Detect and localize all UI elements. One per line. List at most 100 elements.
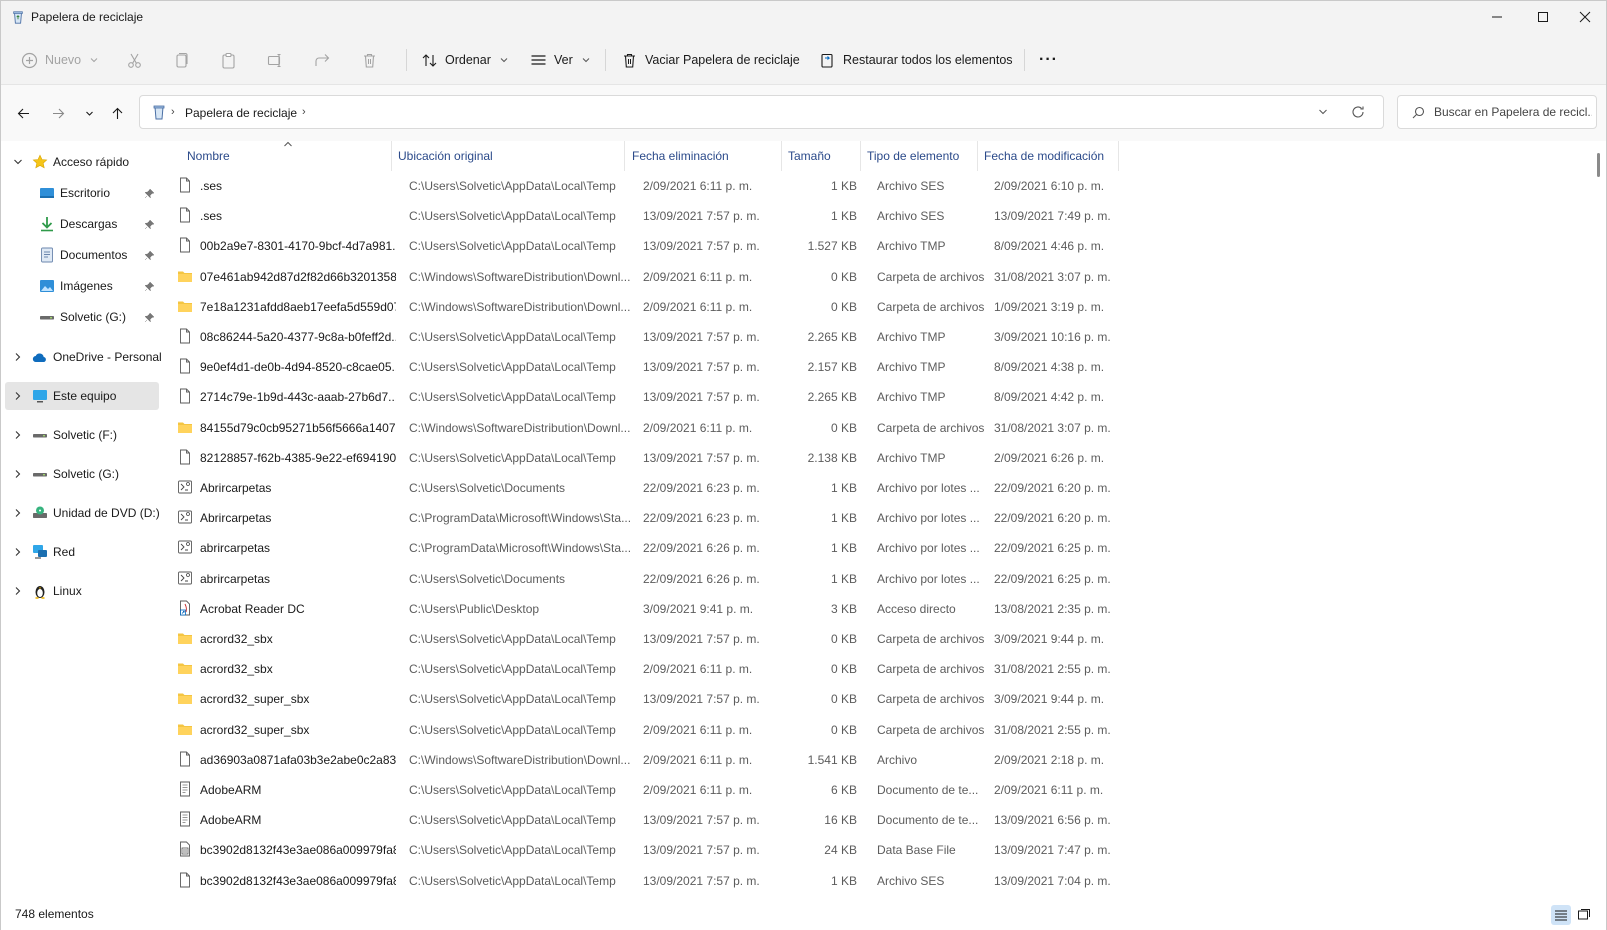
- minimize-button[interactable]: [1474, 1, 1520, 33]
- file-type: Archivo TMP: [877, 390, 946, 405]
- vertical-scrollbar[interactable]: [1592, 141, 1606, 899]
- close-button[interactable]: [1562, 1, 1607, 33]
- refresh-icon[interactable]: [1351, 105, 1365, 119]
- search-box[interactable]: [1397, 95, 1597, 129]
- sidebar-item-network[interactable]: Red: [5, 538, 159, 566]
- file-row[interactable]: 82128857-f62b-4385-9e22-ef694190... C:\Us…: [177, 443, 1177, 473]
- maximize-button[interactable]: [1520, 1, 1566, 33]
- share-button[interactable]: [314, 45, 331, 75]
- sidebar-item-solvetic-f[interactable]: Solvetic (F:): [5, 421, 159, 449]
- file-row[interactable]: 2714c79e-1b9d-443c-aaab-27b6d7... C:\User…: [177, 382, 1177, 412]
- file-row[interactable]: bc3902d8132f43e3ae086a009979fa8... C:\Use…: [177, 866, 1177, 896]
- more-options-button[interactable]: ···: [1039, 45, 1058, 75]
- file-row[interactable]: 9e0ef4d1-de0b-4d94-8520-c8cae05... C:\Use…: [177, 352, 1177, 382]
- tiles-view-button[interactable]: [1574, 905, 1594, 925]
- empty-recycle-bin-button[interactable]: Vaciar Papelera de reciclaje: [621, 45, 800, 75]
- column-header-location[interactable]: Ubicación original: [388, 141, 624, 171]
- file-row[interactable]: 08c86244-5a20-4377-9c8a-b0feff2d... C:\Us…: [177, 322, 1177, 352]
- file-type: Documento de te...: [877, 783, 979, 797]
- file-type: Acceso directo: [877, 601, 956, 616]
- sidebar-item-quick-access[interactable]: Acceso rápido: [5, 148, 159, 176]
- file-row[interactable]: AdobeARM C:\Users\Solvetic\AppData\Local\…: [177, 805, 1177, 835]
- chevron-right-icon[interactable]: [13, 391, 23, 401]
- sidebar-item-onedrive[interactable]: OneDrive - Personal: [5, 343, 162, 371]
- recent-locations-button[interactable]: [77, 101, 101, 125]
- batch-file-icon: [178, 510, 192, 524]
- column-header-name[interactable]: Nombre: [177, 141, 391, 171]
- forward-button[interactable]: [46, 101, 70, 125]
- file-size: 1 KB: [830, 511, 857, 526]
- copy-button[interactable]: [173, 45, 190, 75]
- file-row[interactable]: Abrircarpetas C:\Users\Solvetic\Documents…: [177, 473, 1177, 503]
- file-row[interactable]: acrord32_super_sbx C:\Users\Solvetic\AppD…: [177, 715, 1177, 745]
- scrollbar-thumb[interactable]: [1597, 153, 1600, 177]
- sidebar-item-solvetic-g[interactable]: Solvetic (G:): [5, 460, 159, 488]
- file-row[interactable]: 84155d79c0cb95271b56f5666a1407a3 C:\Windo…: [177, 413, 1177, 443]
- cut-button[interactable]: [126, 45, 143, 75]
- chevron-down-icon[interactable]: [13, 157, 23, 167]
- chevron-right-icon[interactable]: [13, 586, 23, 596]
- file-row[interactable]: 7e18a1231afdd8aeb17eefa5d559d07d C:\Windo…: [177, 292, 1177, 322]
- file-date-modified: 2/09/2021 6:11 p. m.: [994, 783, 1104, 797]
- column-header-type[interactable]: Tipo de elemento: [857, 141, 977, 171]
- file-row[interactable]: 07e461ab942d87d2f82d66b32013582f C:\Windo…: [177, 262, 1177, 292]
- file-row[interactable]: abrircarpetas C:\Users\Solvetic\Documents…: [177, 564, 1177, 594]
- address-history-chevron-icon[interactable]: [1318, 107, 1328, 117]
- breadcrumb-separator-icon[interactable]: ›: [302, 106, 306, 118]
- drive-icon: [40, 316, 54, 320]
- pin-icon: [144, 250, 155, 261]
- folder-icon: [178, 422, 192, 433]
- file-row[interactable]: .ses C:\Users\Solvetic\AppData\Local\Temp…: [177, 171, 1177, 201]
- file-row[interactable]: bc3902d8132f43e3ae086a009979fa88 C:\Users…: [177, 835, 1177, 865]
- restore-all-button[interactable]: Restaurar todos los elementos: [819, 45, 1013, 75]
- file-icon: [180, 872, 190, 888]
- file-row[interactable]: Abrircarpetas C:\ProgramData\Microsoft\Wi…: [177, 503, 1177, 533]
- chevron-right-icon[interactable]: [13, 508, 23, 518]
- sidebar-item-this-pc[interactable]: Este equipo: [5, 382, 159, 410]
- up-button[interactable]: [105, 101, 129, 125]
- file-row[interactable]: ad36903a0871afa03b3e2abe0c2a83... C:\Wind…: [177, 745, 1177, 775]
- chevron-right-icon[interactable]: [13, 430, 23, 440]
- file-date-deleted: 13/09/2021 7:57 p. m.: [643, 692, 760, 707]
- column-divider[interactable]: [1118, 141, 1119, 171]
- sort-button[interactable]: Ordenar: [421, 45, 508, 75]
- sidebar-item-documents[interactable]: Documentos: [5, 241, 159, 269]
- column-header-date-deleted[interactable]: Fecha eliminación: [622, 141, 781, 171]
- sidebar-item-dvd-drive[interactable]: Unidad de DVD (D:): [5, 499, 160, 527]
- delete-button[interactable]: [361, 45, 378, 75]
- sidebar-item-desktop[interactable]: Escritorio: [5, 179, 159, 207]
- sidebar-item-label: Solvetic (G:): [53, 467, 120, 481]
- sidebar-item-solvetic-g-pinned[interactable]: Solvetic (G:): [5, 303, 159, 331]
- chevron-right-icon[interactable]: [13, 469, 23, 479]
- file-row[interactable]: .ses C:\Users\Solvetic\AppData\Local\Temp…: [177, 201, 1177, 231]
- file-row[interactable]: AdobeARM C:\Users\Solvetic\AppData\Local\…: [177, 775, 1177, 805]
- file-date-deleted: 22/09/2021 6:26 p. m.: [643, 541, 760, 556]
- file-row[interactable]: acrord32_super_sbx C:\Users\Solvetic\AppD…: [177, 684, 1177, 714]
- sidebar-item-pictures[interactable]: Imágenes: [5, 272, 159, 300]
- column-header-size[interactable]: Tamaño: [778, 141, 860, 171]
- sidebar-item-linux[interactable]: Linux: [5, 577, 159, 605]
- breadcrumb-recycle-bin[interactable]: Papelera de reciclaje: [185, 106, 297, 120]
- paste-button[interactable]: [220, 45, 237, 75]
- details-view-button[interactable]: [1551, 905, 1571, 925]
- view-button[interactable]: Ver: [530, 45, 590, 75]
- file-row[interactable]: Acrobat Reader DC C:\Users\Public\Desktop…: [177, 594, 1177, 624]
- sidebar-item-downloads[interactable]: Descargas: [5, 210, 159, 238]
- status-bar: 748 elementos: [1, 899, 1606, 930]
- back-button[interactable]: [11, 101, 35, 125]
- new-button[interactable]: Nuevo: [21, 45, 98, 75]
- chevron-right-icon[interactable]: [13, 547, 23, 557]
- column-header-date-modified[interactable]: Fecha de modificación: [974, 141, 1118, 171]
- file-row[interactable]: acrord32_sbx C:\Users\Solvetic\AppData\Lo…: [177, 654, 1177, 684]
- rename-button[interactable]: [267, 45, 284, 75]
- file-row[interactable]: 00b2a9e7-8301-4170-9bcf-4d7a981... C:\Use…: [177, 231, 1177, 261]
- search-input[interactable]: [1434, 103, 1592, 121]
- database-file-icon: [180, 841, 190, 857]
- file-original-location: C:\ProgramData\Microsoft\Windows\Sta...: [409, 511, 632, 526]
- chevron-right-icon[interactable]: [13, 352, 23, 362]
- address-bar[interactable]: › Papelera de reciclaje ›: [139, 95, 1384, 129]
- file-row[interactable]: abrircarpetas C:\ProgramData\Microsoft\Wi…: [177, 533, 1177, 563]
- file-size: 24 KB: [824, 843, 857, 858]
- file-size: 0 KB: [830, 269, 857, 284]
- file-row[interactable]: acrord32_sbx C:\Users\Solvetic\AppData\Lo…: [177, 624, 1177, 654]
